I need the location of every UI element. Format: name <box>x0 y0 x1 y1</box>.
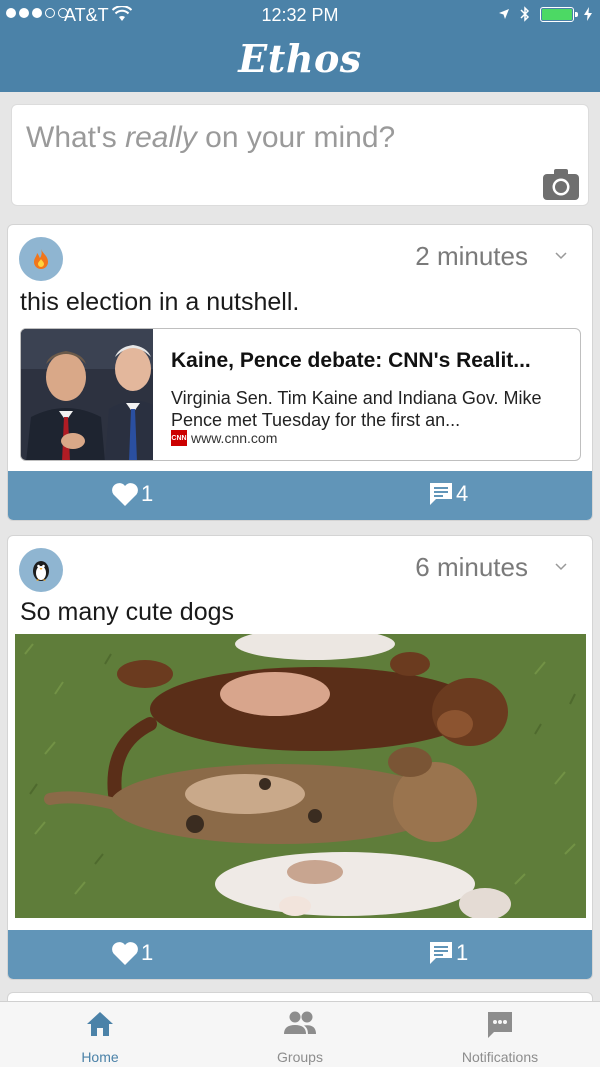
post-card: 6 minutes So many cute dogs 1 1 <box>7 535 593 980</box>
charging-bolt-icon <box>584 7 592 21</box>
post-action-bar: 1 4 <box>8 471 592 520</box>
heart-icon <box>112 482 138 506</box>
like-button[interactable]: 1 <box>111 481 153 507</box>
tab-groups-label: Groups <box>277 1049 323 1065</box>
like-button[interactable]: 1 <box>111 940 153 966</box>
tab-notifications-label: Notifications <box>461 1049 539 1065</box>
bluetooth-icon <box>520 6 530 22</box>
user-avatar[interactable] <box>19 548 63 592</box>
post-card: 2 minutes this election in a nutshell. K… <box>7 224 593 521</box>
post-timestamp: 6 minutes <box>415 552 528 582</box>
post-composer[interactable]: What's really on your mind? <box>11 104 589 206</box>
comment-count: 4 <box>456 481 469 506</box>
groups-icon <box>284 1011 316 1034</box>
post-text: So many cute dogs <box>20 598 235 626</box>
comment-icon <box>430 483 452 505</box>
chevron-down-icon[interactable] <box>554 562 568 572</box>
like-count: 1 <box>141 481 154 506</box>
app-title: Ethos <box>238 36 362 81</box>
tab-groups[interactable]: Groups <box>200 1002 400 1067</box>
composer-placeholder[interactable]: What's really on your mind? <box>26 121 395 155</box>
post-photo[interactable] <box>15 634 586 918</box>
tab-bar: Home Groups Notifications <box>0 1001 600 1067</box>
battery-icon <box>540 6 578 22</box>
heart-icon <box>112 941 138 965</box>
link-domain: CNN www.cnn.com <box>171 430 277 446</box>
post-text: this election in a nutshell. <box>20 288 300 316</box>
tab-notifications[interactable]: Notifications <box>400 1002 600 1067</box>
user-avatar[interactable] <box>19 237 63 281</box>
status-bar: AT&T 12:32 PM <box>0 0 600 32</box>
link-description: Virginia Sen. Tim Kaine and Indiana Gov.… <box>171 388 542 430</box>
post-timestamp: 2 minutes <box>415 241 528 271</box>
link-preview[interactable]: Kaine, Pence debate: CNN's Realit... Vir… <box>20 328 581 461</box>
penguin-icon <box>33 561 49 581</box>
chevron-down-icon[interactable] <box>554 251 568 261</box>
comment-button[interactable]: 4 <box>428 481 468 507</box>
flame-icon <box>34 249 48 269</box>
like-count: 1 <box>141 940 154 965</box>
comment-icon <box>430 942 452 964</box>
camera-icon[interactable] <box>542 167 580 201</box>
post-action-bar: 1 1 <box>8 930 592 979</box>
comment-button[interactable]: 1 <box>428 940 468 966</box>
tab-home[interactable]: Home <box>0 1002 200 1067</box>
comment-count: 1 <box>456 940 469 965</box>
link-title: Kaine, Pence debate: CNN's Realit... <box>171 349 531 372</box>
link-domain-text: www.cnn.com <box>191 430 278 446</box>
location-arrow-icon <box>499 9 509 19</box>
tab-home-label: Home <box>81 1049 119 1065</box>
home-icon <box>87 1012 113 1036</box>
link-thumbnail <box>21 329 153 460</box>
app-header: AT&T 12:32 PM Ethos <box>0 0 600 92</box>
cnn-logo-icon: CNN <box>171 430 187 446</box>
chat-icon <box>488 1012 512 1038</box>
